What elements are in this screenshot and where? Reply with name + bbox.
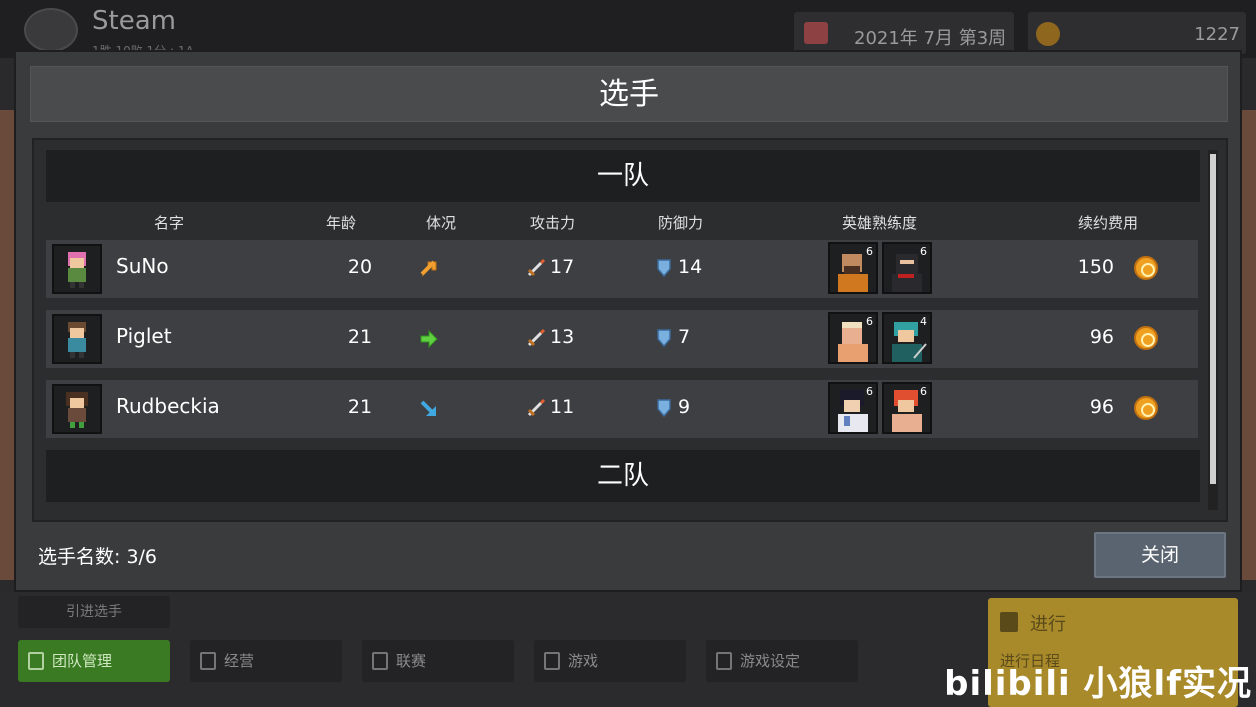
hero-portrait: 4 (882, 312, 932, 364)
player-name: Rudbeckia (116, 394, 220, 418)
coin-icon (1036, 22, 1060, 46)
col-attack: 攻击力 (530, 214, 576, 232)
modal-title: 选手 (599, 77, 659, 112)
team-name: Steam (92, 6, 176, 36)
sword-icon (527, 328, 546, 347)
hero-portrait: 6 (828, 242, 878, 294)
sword-icon (527, 398, 546, 417)
player-count: 选手名数: 3/6 (38, 546, 158, 568)
player-attack: 17 (550, 256, 575, 278)
coin-icon (1134, 256, 1158, 280)
player-fee: 150 (1077, 256, 1114, 278)
col-hero: 英雄熟练度 (842, 214, 918, 232)
coin-icon (1134, 396, 1158, 420)
player-defense: 14 (678, 256, 703, 278)
team1-header[interactable]: 一队 (46, 150, 1200, 202)
recruit-button[interactable]: 引进选手 (18, 596, 170, 628)
shield-icon (657, 259, 671, 278)
player-avatar (52, 384, 102, 434)
players-modal: 选手 一队 名字 年龄 体况 攻击力 防御力 英雄熟练度 续约费用 SuNo 2… (14, 50, 1242, 592)
col-fee: 续约费用 (1078, 214, 1139, 232)
player-fee: 96 (1089, 326, 1114, 348)
hero-portrait: 6 (828, 382, 878, 434)
condition-right-icon (420, 329, 438, 349)
condition-up-right-icon (420, 260, 437, 277)
col-name: 名字 (154, 214, 185, 232)
team-icon (28, 652, 44, 670)
player-avatar (52, 314, 102, 364)
player-age: 20 (347, 256, 373, 278)
player-age: 21 (347, 326, 373, 348)
player-name: Piglet (116, 324, 172, 348)
nav-settings[interactable]: 游戏设定 (706, 640, 858, 682)
watermark: bilibili 小狼lf实况 (944, 664, 1252, 704)
background-decor-right (1240, 110, 1256, 580)
roster-panel: 一队 名字 年龄 体况 攻击力 防御力 英雄熟练度 续约费用 SuNo 20 1… (32, 138, 1228, 522)
scroll-thumb[interactable] (1210, 154, 1216, 484)
trophy-icon (372, 652, 388, 670)
shield-icon (657, 399, 671, 418)
nav-team-management[interactable]: 团队管理 (18, 640, 170, 682)
gear-icon (716, 652, 732, 670)
hero-portrait: 6 (882, 242, 932, 294)
col-condition: 体况 (426, 214, 457, 232)
shield-icon (657, 329, 671, 348)
team2-header[interactable]: 二队 (46, 450, 1200, 502)
progress-icon (1000, 612, 1018, 632)
col-age: 年龄 (326, 214, 357, 232)
modal-header: 选手 (30, 66, 1228, 122)
document-icon (200, 652, 216, 670)
player-attack: 11 (550, 396, 575, 418)
player-row[interactable]: Rudbeckia 21 11 9 6 6 96 (46, 380, 1198, 438)
player-avatar (52, 244, 102, 294)
gamepad-icon (544, 652, 560, 670)
date-text: 2021年 7月 第3周 (854, 28, 1007, 49)
nav-league[interactable]: 联赛 (362, 640, 514, 682)
player-row[interactable]: SuNo 20 17 14 6 6 150 (46, 240, 1198, 298)
coin-icon (1134, 326, 1158, 350)
player-defense: 7 (678, 326, 691, 348)
close-button[interactable]: 关闭 (1094, 532, 1226, 578)
player-defense: 9 (678, 396, 691, 418)
team-logo (24, 8, 78, 52)
player-row[interactable]: Piglet 21 13 7 6 4 96 (46, 310, 1198, 368)
player-attack: 13 (550, 326, 575, 348)
date-panel: 2021年 7月 第3周 (794, 12, 1014, 54)
nav-management[interactable]: 经营 (190, 640, 342, 682)
progress-label: 进行 (1030, 614, 1066, 635)
player-name: SuNo (116, 254, 169, 278)
hero-portrait: 6 (828, 312, 878, 364)
condition-down-right-icon (420, 400, 436, 416)
col-defense: 防御力 (658, 214, 704, 232)
sword-icon (527, 258, 546, 277)
player-age: 21 (347, 396, 373, 418)
scrollbar[interactable] (1208, 150, 1218, 510)
calendar-icon (804, 22, 828, 44)
coins-panel: 1227 (1028, 12, 1246, 54)
hero-portrait: 6 (882, 382, 932, 434)
nav-game[interactable]: 游戏 (534, 640, 686, 682)
player-fee: 96 (1089, 396, 1114, 418)
coins-value: 1227 (1194, 24, 1240, 45)
